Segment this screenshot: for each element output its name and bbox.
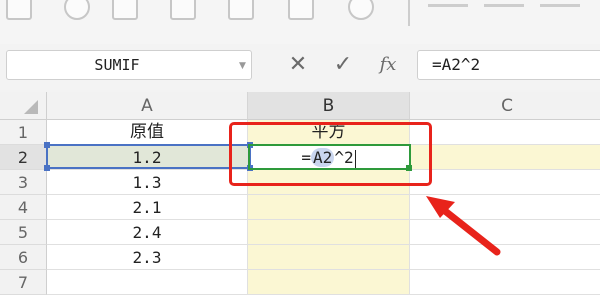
cell-c6[interactable] xyxy=(410,245,600,270)
cell-c4[interactable] xyxy=(410,195,600,220)
cell-c7[interactable] xyxy=(410,270,600,295)
cell-a3[interactable]: 1.3 xyxy=(47,170,248,195)
spreadsheet-grid: A B C 1 原值 平方 2 1.2 = A2 ^2 3 1.3 4 2.1 5 … xyxy=(0,92,600,302)
select-all-icon xyxy=(24,100,38,114)
row-header[interactable]: 1 xyxy=(0,120,47,145)
cell-a4[interactable]: 2.1 xyxy=(47,195,248,220)
cell-c1[interactable] xyxy=(410,120,600,145)
cell-a1[interactable]: 原值 xyxy=(47,120,248,145)
row-header[interactable]: 5 xyxy=(0,220,47,245)
formula-input[interactable]: =A2^2 xyxy=(417,50,600,80)
column-header-a[interactable]: A xyxy=(47,92,248,120)
document-icon[interactable] xyxy=(170,0,196,20)
select-all-button[interactable] xyxy=(0,92,47,120)
table-icon[interactable] xyxy=(112,0,138,20)
search-icon[interactable] xyxy=(64,0,90,20)
cell-b4[interactable] xyxy=(248,195,410,220)
cell-c5[interactable] xyxy=(410,220,600,245)
reference-highlight-a2 xyxy=(44,142,253,171)
eraser-icon[interactable] xyxy=(348,0,374,20)
cell-c3[interactable] xyxy=(410,170,600,195)
cell-b6[interactable] xyxy=(248,245,410,270)
insert-function-button[interactable]: fx xyxy=(368,50,408,80)
cell-a5[interactable]: 2.4 xyxy=(47,220,248,245)
row-header[interactable]: 2 xyxy=(0,145,47,170)
name-box[interactable]: SUMIF ▼ xyxy=(6,50,252,80)
annotation-highlight-box xyxy=(229,122,432,186)
align-icon[interactable] xyxy=(484,4,524,7)
column-header-c[interactable]: C xyxy=(410,92,600,120)
ribbon-divider xyxy=(408,0,410,26)
checkmark-icon[interactable]: ✓ xyxy=(326,50,360,80)
row-header[interactable]: 3 xyxy=(0,170,47,195)
name-box-value[interactable]: SUMIF xyxy=(7,51,227,79)
row-header[interactable]: 6 xyxy=(0,245,47,270)
row-header[interactable]: 4 xyxy=(0,195,47,220)
resize-handle[interactable] xyxy=(44,142,50,148)
fill-color-icon[interactable] xyxy=(288,0,314,20)
chevron-down-icon[interactable]: ▼ xyxy=(239,61,246,71)
cell-a6[interactable]: 2.3 xyxy=(47,245,248,270)
resize-handle[interactable] xyxy=(44,165,50,171)
cell-c2[interactable] xyxy=(410,145,600,170)
cell-b7[interactable] xyxy=(248,270,410,295)
ribbon-toolbar xyxy=(0,0,600,45)
row-header[interactable]: 7 xyxy=(0,270,47,295)
format-painter-icon[interactable] xyxy=(6,0,32,20)
cell-a7[interactable] xyxy=(47,270,248,295)
align-icon[interactable] xyxy=(428,4,468,7)
close-icon[interactable]: ✕ xyxy=(282,50,314,80)
align-icon[interactable] xyxy=(540,4,580,7)
print-icon[interactable] xyxy=(228,0,254,20)
cell-b5[interactable] xyxy=(248,220,410,245)
column-header-b[interactable]: B xyxy=(248,92,410,120)
